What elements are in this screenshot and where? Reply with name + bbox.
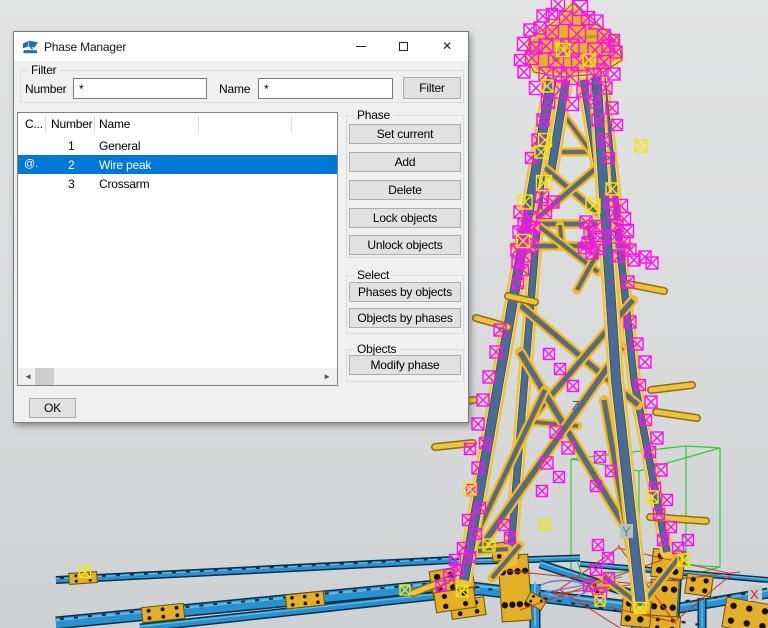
svg-text:X: X	[750, 587, 759, 602]
svg-text:Y: Y	[622, 524, 631, 539]
svg-text:Z: Z	[572, 398, 580, 413]
